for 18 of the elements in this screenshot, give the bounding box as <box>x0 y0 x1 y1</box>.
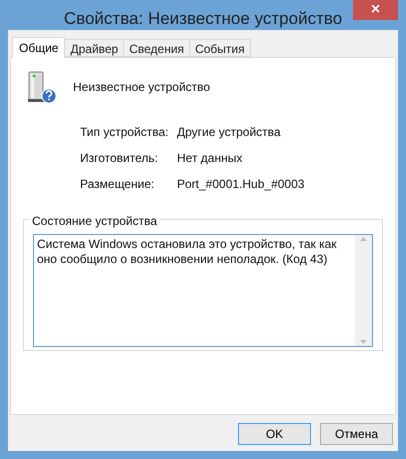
status-text: Система Windows остановила это устройство, так как оно сообщило о возникновении неполадок. (Код 43) <box>36 236 338 268</box>
scroll-up-icon <box>360 237 367 241</box>
scroll-down-icon <box>360 340 367 344</box>
close-button[interactable]: × <box>353 0 398 20</box>
tab[interactable]: Общие <box>12 37 66 58</box>
dialog-button[interactable]: Отмена <box>320 423 393 445</box>
dialog-button[interactable]: OK <box>238 423 311 445</box>
property-value: Нет данных <box>177 150 244 167</box>
property-value: Port_#0001.Hub_#0003 <box>177 176 306 193</box>
property-label: Тип устройства: <box>80 124 170 141</box>
property-label: Изготовитель: <box>80 150 159 167</box>
property-label: Размещение: <box>80 176 156 193</box>
tab[interactable]: Сведения <box>124 39 190 57</box>
tab[interactable]: Драйвер <box>65 39 124 57</box>
window-title: Свойства: Неизвестное устройство <box>64 8 342 30</box>
tab[interactable]: События <box>190 39 251 57</box>
property-value: Другие устройства <box>177 124 282 141</box>
device-name: Неизвестное устройство <box>73 79 210 96</box>
